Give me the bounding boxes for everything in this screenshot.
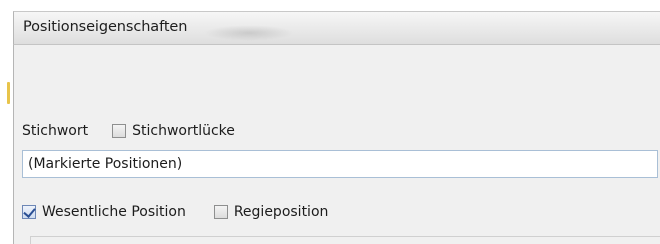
wesentliche-position-label: Wesentliche Position xyxy=(42,204,186,220)
regieposition-checkbox[interactable] xyxy=(213,205,228,219)
wesentliche-position-checkbox[interactable] xyxy=(22,205,36,219)
stichwort-label: Stichwort xyxy=(22,123,89,139)
flags-row: Wesentliche Position Regieposition xyxy=(22,202,328,222)
dialog-window: Positionseigenschaften Stichwort Stichwo… xyxy=(0,0,660,244)
regieposition-option[interactable]: Regieposition xyxy=(213,204,329,220)
wesentliche-position-option[interactable]: Wesentliche Position xyxy=(22,204,186,220)
stichwortluecke-label: Stichwortlücke xyxy=(132,123,235,139)
title-bar-shading xyxy=(204,25,294,41)
group-box-border xyxy=(30,236,660,244)
title-bar: Positionseigenschaften xyxy=(13,11,660,45)
stichwort-row: Stichwort Stichwortlücke xyxy=(22,121,235,141)
window-title: Positionseigenschaften xyxy=(23,19,188,35)
stichwortluecke-checkbox[interactable] xyxy=(112,124,127,138)
regieposition-label: Regieposition xyxy=(233,204,329,220)
stichwortluecke-option[interactable]: Stichwortlücke xyxy=(112,123,235,139)
stichwort-value: (Markierte Positionen) xyxy=(28,156,183,172)
accent-marker xyxy=(7,82,10,104)
stichwort-input[interactable]: (Markierte Positionen) xyxy=(22,150,658,178)
